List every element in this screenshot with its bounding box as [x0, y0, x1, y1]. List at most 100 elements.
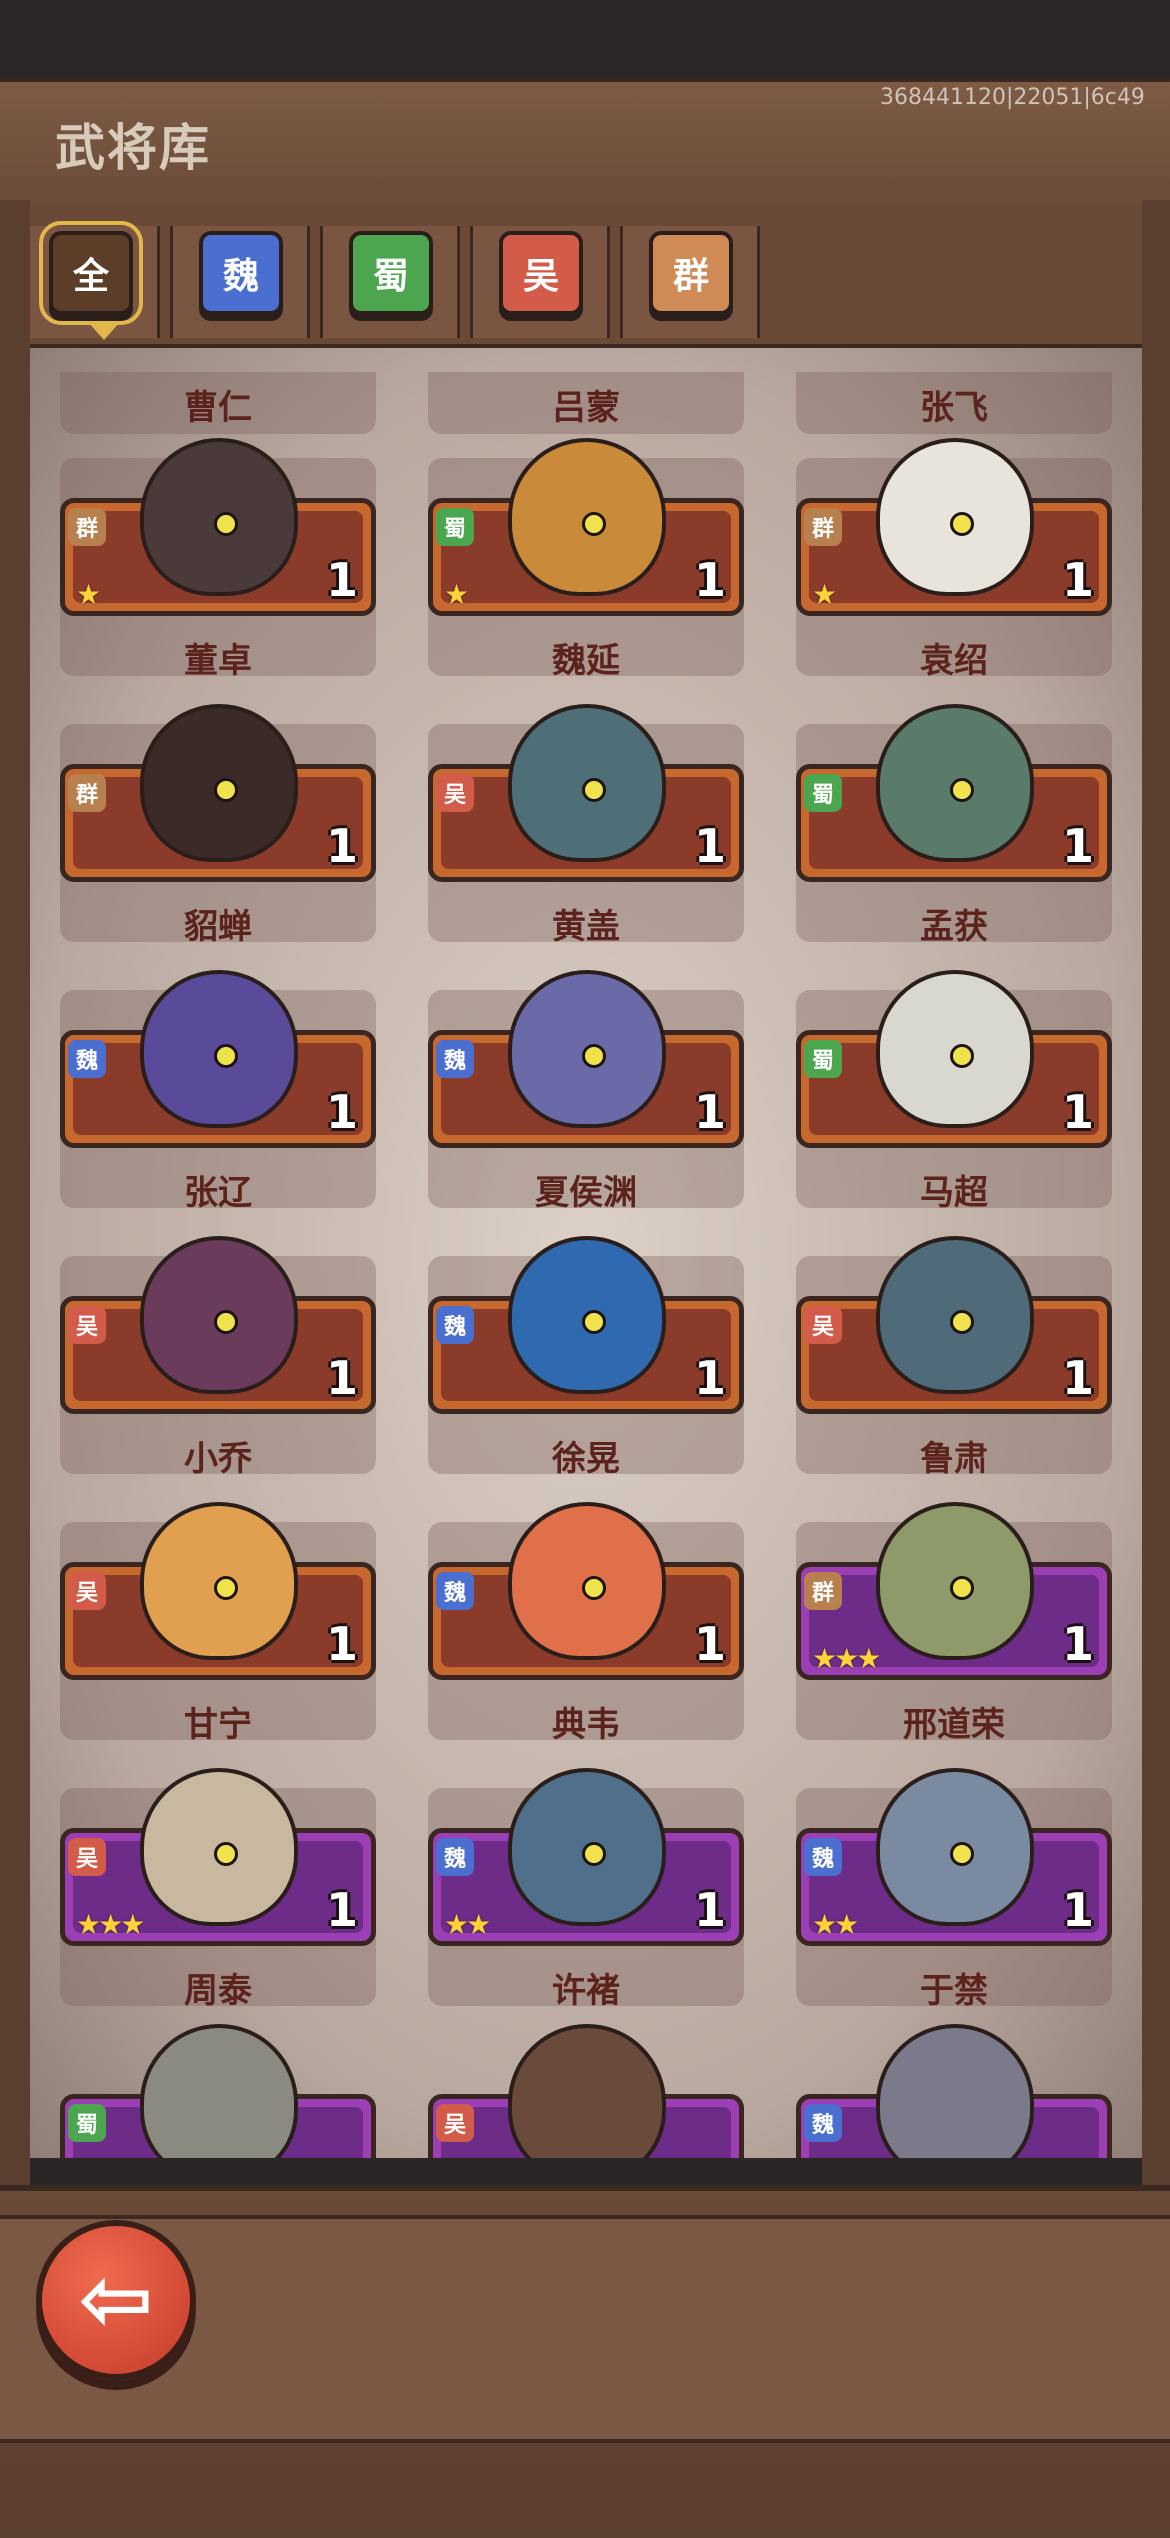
hero-name: 曹仁: [184, 388, 252, 428]
hero-card[interactable]: 魏 1 ★★ 许褚: [428, 1768, 744, 2011]
hero-card[interactable]: 魏 1 张辽: [60, 970, 376, 1213]
faction-badge: 群: [68, 774, 106, 812]
hero-count: 1: [693, 1883, 726, 1937]
faction-badge: 吴: [68, 1838, 106, 1876]
hero-name: 董卓: [184, 641, 252, 681]
hero-count: 1: [325, 553, 358, 607]
hero-head-image: [508, 970, 666, 1128]
hero-head-image: [876, 1768, 1034, 1926]
hero-card[interactable]: 魏 1 夏侯渊: [428, 970, 744, 1213]
hero-head-image: [140, 1236, 298, 1394]
hero-count: 1: [325, 1085, 358, 1139]
faction-badge: 魏: [436, 1838, 474, 1876]
hero-name: 徐晃: [552, 1439, 620, 1479]
hero-name: 魏延: [552, 641, 620, 681]
faction-badge: 群: [68, 508, 106, 546]
hero-head-image: [140, 970, 298, 1128]
hero-card[interactable]: 蜀 1 马超: [796, 970, 1112, 1213]
hero-name: 张辽: [184, 1173, 252, 1213]
hero-card[interactable]: 吴 1 小乔: [60, 1236, 376, 1479]
hero-eye: [582, 1310, 606, 1334]
hero-name: 小乔: [184, 1439, 252, 1479]
hero-card[interactable]: 群 1 ★ 董卓: [60, 438, 376, 681]
page-title: 武将库: [55, 119, 211, 177]
hero-head-image: [508, 1768, 666, 1926]
hero-eye: [214, 778, 238, 802]
hero-card-partial[interactable]: 魏: [796, 2024, 1112, 2158]
star-rating: ★: [812, 578, 837, 611]
hero-head-image: [140, 704, 298, 862]
hero-grid[interactable]: 曹仁 吕蒙 张飞 群 1 ★ 董卓蜀 1 ★ 魏延群 1 ★ 袁绍群 1 貂蝉吴 1 黄盖蜀 1 孟获魏 1 张辽…: [30, 348, 1142, 2158]
hero-eye: [582, 1576, 606, 1600]
hero-eye: [214, 1310, 238, 1334]
faction-badge: 魏: [436, 1040, 474, 1078]
hero-card-partial[interactable]: 曹仁: [60, 372, 376, 434]
hero-card[interactable]: 吴 1 甘宁: [60, 1502, 376, 1745]
hero-name: 夏侯渊: [535, 1173, 637, 1213]
hero-count: 1: [693, 1617, 726, 1671]
hero-count: 1: [1061, 1617, 1094, 1671]
hero-count: 1: [1061, 1883, 1094, 1937]
tab-wu[interactable]: 吴: [470, 226, 610, 338]
hero-name: 于禁: [920, 1971, 988, 2011]
hero-card-partial[interactable]: 蜀: [60, 2024, 376, 2158]
faction-badge: 蜀: [436, 508, 474, 546]
hero-card[interactable]: 蜀 1 孟获: [796, 704, 1112, 947]
hero-eye: [582, 778, 606, 802]
hero-head-image: [508, 1502, 666, 1660]
hero-eye: [214, 1044, 238, 1068]
hero-eye: [950, 778, 974, 802]
tab-wu-icon: 吴: [499, 231, 583, 315]
hero-card[interactable]: 魏 1 ★★ 于禁: [796, 1768, 1112, 2011]
hero-card-partial[interactable]: 吴: [428, 2024, 744, 2158]
selected-tab-pointer: [88, 322, 120, 340]
hero-eye: [582, 1044, 606, 1068]
faction-badge: 魏: [804, 1838, 842, 1876]
frame-left: [0, 200, 30, 2190]
hero-card[interactable]: 吴 1 黄盖: [428, 704, 744, 947]
tab-wei[interactable]: 魏: [170, 226, 310, 338]
hero-head-image: [508, 2024, 666, 2158]
frame-right: [1142, 200, 1170, 2190]
hero-head-image: [876, 2024, 1034, 2158]
faction-badge: 魏: [436, 1306, 474, 1344]
hero-card-partial[interactable]: 张飞: [796, 372, 1112, 434]
faction-badge: 吴: [68, 1572, 106, 1610]
hero-head-image: [876, 1236, 1034, 1394]
hero-count: 1: [325, 1351, 358, 1405]
hero-eye: [214, 1576, 238, 1600]
tab-shu[interactable]: 蜀: [320, 226, 460, 338]
hero-card[interactable]: 魏 1 徐晃: [428, 1236, 744, 1479]
faction-badge: 吴: [68, 1306, 106, 1344]
hero-head-image: [876, 1502, 1034, 1660]
hero-card[interactable]: 吴 1 ★★★ 周泰: [60, 1768, 376, 2011]
hero-card[interactable]: 蜀 1 ★ 魏延: [428, 438, 744, 681]
faction-badge: 吴: [436, 2104, 474, 2142]
tab-qun-icon: 群: [649, 231, 733, 315]
hero-card-partial[interactable]: 吕蒙: [428, 372, 744, 434]
hero-card[interactable]: 魏 1 典韦: [428, 1502, 744, 1745]
hero-eye: [950, 1044, 974, 1068]
hero-head-image: [876, 970, 1034, 1128]
hero-name: 甘宁: [184, 1705, 252, 1745]
hero-card[interactable]: 群 1 貂蝉: [60, 704, 376, 947]
hero-card[interactable]: 吴 1 鲁肃: [796, 1236, 1112, 1479]
hero-card[interactable]: 群 1 ★★★ 邢道荣: [796, 1502, 1112, 1745]
hero-eye: [214, 1842, 238, 1866]
hero-count: 1: [325, 819, 358, 873]
hero-count: 1: [325, 1883, 358, 1937]
tab-qun[interactable]: 群: [620, 226, 760, 338]
hero-eye: [950, 1842, 974, 1866]
tab-all-icon: 全: [39, 221, 143, 325]
hero-count: 1: [1061, 819, 1094, 873]
hero-card[interactable]: 群 1 ★ 袁绍: [796, 438, 1112, 681]
hero-name: 貂蝉: [184, 907, 252, 947]
hero-name: 马超: [920, 1173, 988, 1213]
faction-tab-bar: 全 魏 蜀 吴 群: [20, 206, 1170, 350]
star-rating: ★: [76, 578, 101, 611]
star-rating: ★★★: [76, 1908, 145, 1941]
back-button[interactable]: ⇦: [36, 2220, 196, 2380]
tab-shu-icon: 蜀: [349, 231, 433, 315]
hero-count: 1: [693, 1351, 726, 1405]
hero-name: 邢道荣: [903, 1705, 1005, 1745]
